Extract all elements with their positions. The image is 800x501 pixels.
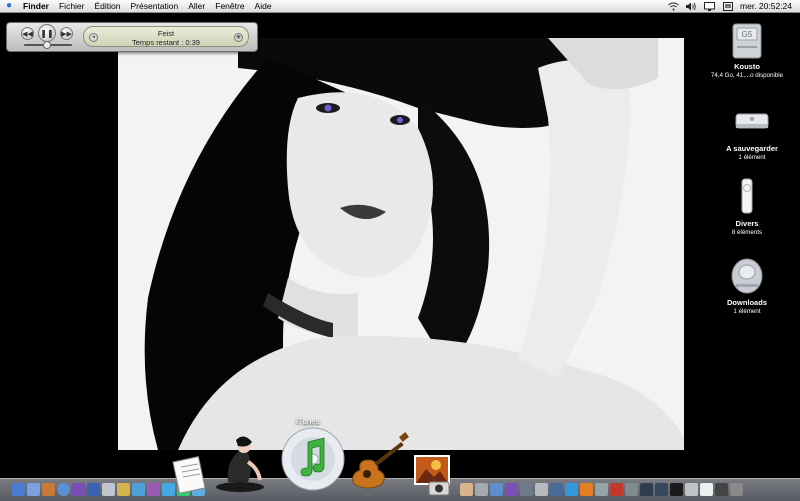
menu-finder[interactable]: Finder	[18, 0, 54, 12]
desktop-wallpaper	[118, 38, 684, 450]
svg-text:G5: G5	[742, 30, 753, 39]
app-icon[interactable]	[565, 483, 578, 496]
desktop-icon-kousto[interactable]: G5 Kousto 74,4 Go, 41,...o disponible	[702, 20, 792, 79]
system-prefs-icon[interactable]	[102, 483, 115, 496]
user-icon[interactable]	[722, 1, 733, 11]
window-icon[interactable]	[670, 483, 683, 496]
hand-icon[interactable]	[460, 483, 473, 496]
app-icon[interactable]	[595, 483, 608, 496]
volume-slider[interactable]	[24, 41, 72, 49]
mac-mini-icon	[732, 102, 772, 142]
preview-icon[interactable]	[87, 483, 100, 496]
app-icon[interactable]	[505, 483, 518, 496]
app-icon[interactable]	[625, 483, 638, 496]
safari-icon[interactable]	[57, 483, 70, 496]
apple-menu-icon[interactable]: ●	[0, 0, 18, 12]
desktop-icon-divers[interactable]: Divers 8 éléments	[702, 177, 792, 236]
desktop-icon-info: 1 élément	[733, 308, 761, 315]
chat-icon[interactable]	[147, 483, 160, 496]
server-drive-icon	[727, 256, 767, 296]
dock-right-apps	[460, 483, 743, 497]
app-icon[interactable]	[490, 483, 503, 496]
volume-icon[interactable]	[686, 1, 697, 11]
menu-fichier[interactable]: Fichier	[54, 0, 90, 12]
menu-aller[interactable]: Aller	[183, 0, 210, 12]
pause-button[interactable]: ❚❚	[38, 24, 56, 42]
desktop-icon-info: 1 élément	[738, 154, 766, 161]
desktop-icon-label: Kousto	[734, 62, 760, 71]
wifi-icon[interactable]	[668, 1, 679, 11]
window-icon[interactable]	[715, 483, 728, 496]
notes-icon[interactable]	[117, 483, 130, 496]
address-book-icon[interactable]	[42, 483, 55, 496]
time-remaining[interactable]: Temps restant : 0:39	[84, 38, 248, 47]
dashboard-icon[interactable]	[132, 483, 145, 496]
desktop-icon-label: Divers	[735, 219, 759, 228]
desktop-icon-info: 74,4 Go, 41,...o disponible	[710, 72, 784, 79]
hard-drive-g5-icon: G5	[727, 20, 767, 60]
garageband-icon[interactable]	[348, 432, 412, 497]
window-icon[interactable]	[700, 483, 713, 496]
app-icon[interactable]	[535, 483, 548, 496]
utility-icon[interactable]	[475, 483, 488, 496]
itunes-mini-player: ◀◀ ❚❚ ▶▶ ◂ Feist Temps restant : 0:39 ◉	[6, 22, 258, 52]
window-icon[interactable]	[640, 483, 653, 496]
desktop-icon-label: Downloads	[726, 298, 767, 307]
dock-hover-label: iTunes	[296, 417, 320, 426]
wallpaper-portrait-image	[118, 38, 684, 450]
menu-presentation[interactable]: Présentation	[126, 0, 184, 12]
window-icon[interactable]	[655, 483, 668, 496]
window-icon[interactable]	[685, 483, 698, 496]
menu-bar: ● Finder Fichier Édition Présentation Al…	[0, 0, 800, 13]
desktop-icon-info: 8 éléments	[731, 229, 763, 236]
menu-fenetre[interactable]: Fenêtre	[210, 0, 249, 12]
lcd-mode-icon[interactable]: ◉	[234, 33, 243, 42]
ipod-shuffle-icon	[727, 177, 767, 217]
app-icon[interactable]	[610, 483, 623, 496]
menu-aide[interactable]: Aide	[250, 0, 277, 12]
app-icon[interactable]	[520, 483, 533, 496]
menu-edition[interactable]: Édition	[90, 0, 126, 12]
display-icon[interactable]	[704, 1, 716, 11]
figure-art-icon[interactable]	[214, 432, 266, 497]
itunes-lcd-display: ◂ Feist Temps restant : 0:39 ◉	[83, 26, 249, 47]
camera-icon[interactable]	[428, 478, 450, 501]
ical-icon[interactable]	[72, 483, 85, 496]
app-icon[interactable]	[580, 483, 593, 496]
menu-clock[interactable]: mer. 20:52:24	[740, 1, 792, 11]
lcd-snapback-icon[interactable]: ◂	[89, 33, 98, 42]
desktop-icon-a-sauvegarder[interactable]: A sauvegarder 1 élément	[707, 102, 797, 161]
next-track-button[interactable]: ▶▶	[60, 27, 73, 40]
volume-slider-knob[interactable]	[42, 41, 51, 49]
itunes-icon[interactable]	[280, 426, 346, 497]
previous-track-button[interactable]: ◀◀	[21, 27, 34, 40]
now-playing-artist: Feist	[157, 29, 175, 38]
finder-icon[interactable]	[12, 483, 25, 496]
desktop-icon-downloads[interactable]: Downloads 1 élément	[702, 256, 792, 315]
trash-icon[interactable]	[730, 483, 743, 496]
desktop-icon-label: A sauvegarder	[726, 144, 778, 153]
mail-icon[interactable]	[27, 483, 40, 496]
textedit-icon[interactable]	[172, 455, 208, 498]
app-icon[interactable]	[550, 483, 563, 496]
